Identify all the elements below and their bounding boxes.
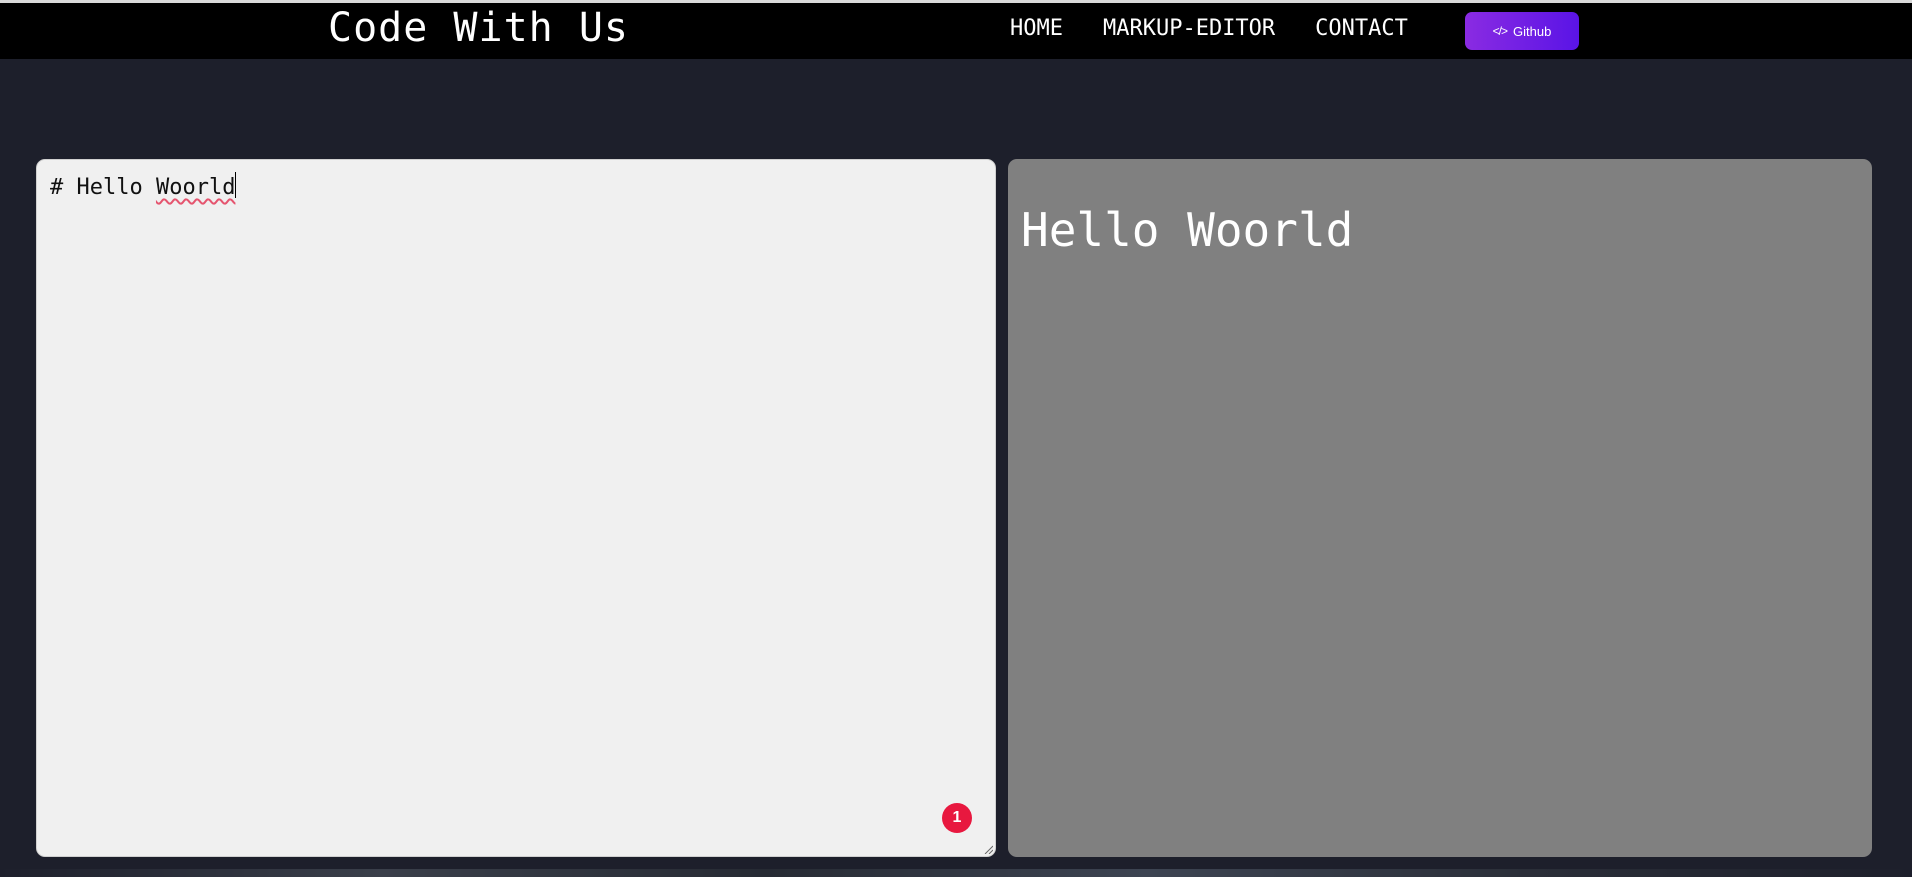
nav-contact-link[interactable]: CONTACT bbox=[1315, 16, 1408, 41]
code-icon: </> bbox=[1492, 24, 1508, 38]
editor-content[interactable]: # Hello Woorld bbox=[50, 172, 237, 200]
github-button-label: Github bbox=[1513, 23, 1552, 39]
github-button[interactable]: </> Github bbox=[1465, 12, 1579, 50]
resize-handle-icon[interactable] bbox=[983, 844, 993, 854]
nav-home-link[interactable]: HOME bbox=[1010, 16, 1063, 41]
editor-text-prefix: # Hello bbox=[50, 175, 156, 200]
misspelled-word[interactable]: Woorld bbox=[156, 175, 235, 200]
error-count-badge[interactable]: 1 bbox=[942, 803, 972, 833]
nav-links: HOME MARKUP-EDITOR CONTACT bbox=[1010, 16, 1408, 41]
background-image-strip bbox=[0, 869, 1912, 877]
brand-title[interactable]: Code With Us bbox=[328, 5, 629, 51]
markdown-editor[interactable]: # Hello Woorld 1 bbox=[36, 159, 996, 857]
nav-markup-editor-link[interactable]: MARKUP-EDITOR bbox=[1103, 16, 1275, 41]
text-caret bbox=[235, 172, 237, 198]
navbar: Code With Us HOME MARKUP-EDITOR CONTACT … bbox=[0, 3, 1912, 59]
preview-heading: Hello Woorld bbox=[1021, 203, 1354, 257]
markdown-preview: Hello Woorld bbox=[1008, 159, 1872, 857]
